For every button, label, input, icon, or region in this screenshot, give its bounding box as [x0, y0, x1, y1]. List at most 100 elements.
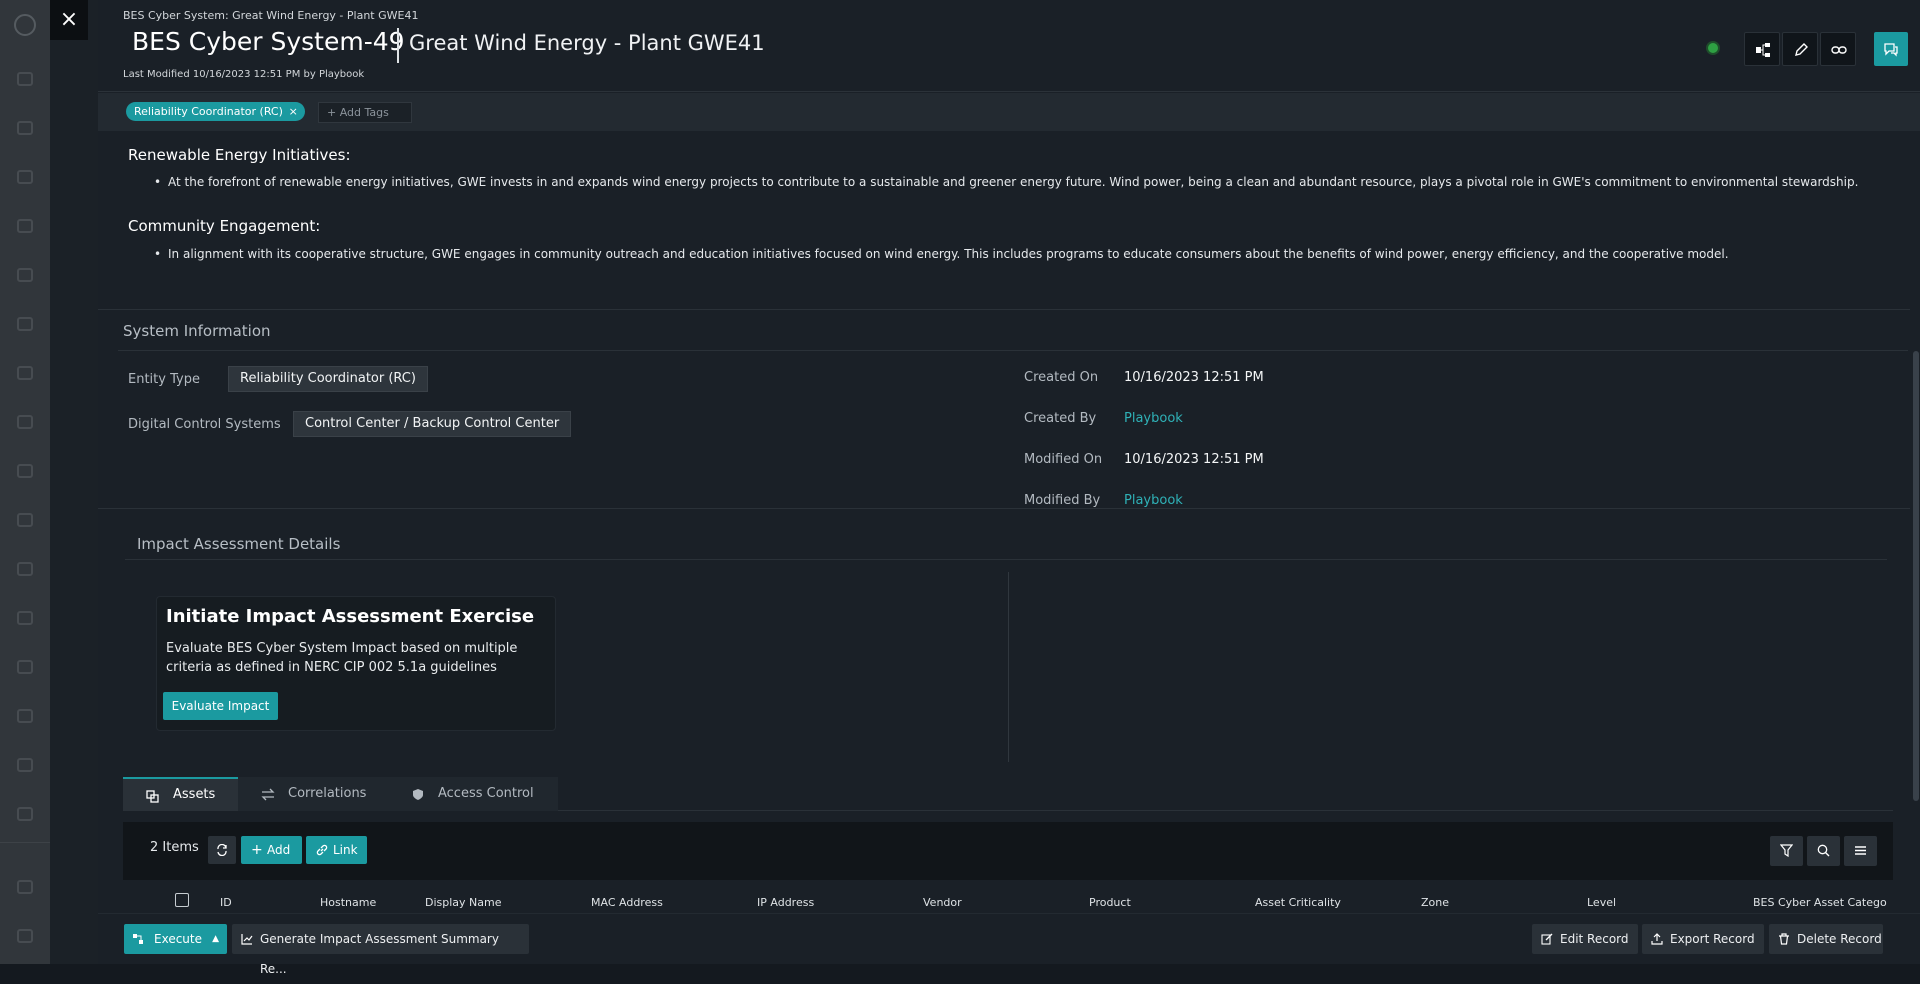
execute-button[interactable]: Execute ▲ — [124, 924, 227, 954]
system-information-section: System Information Entity Type Reliabili… — [98, 309, 1910, 509]
briefcase-icon[interactable] — [17, 268, 33, 282]
tag-chip[interactable]: Reliability Coordinator (RC) × — [126, 102, 305, 121]
users-icon[interactable] — [17, 513, 33, 527]
edit-record-icon — [1541, 933, 1553, 945]
shield-icon — [413, 789, 423, 800]
impact-section-title: Impact Assessment Details — [137, 535, 341, 553]
evaluate-impact-button[interactable]: Evaluate Impact — [163, 692, 278, 720]
link-button[interactable] — [1820, 32, 1856, 66]
modules-icon[interactable] — [17, 366, 33, 380]
status-indicator-icon — [1706, 41, 1720, 55]
remove-tag-icon[interactable]: × — [289, 102, 298, 121]
link-label: Link — [333, 843, 358, 857]
dashboard-icon[interactable] — [17, 72, 33, 86]
refresh-button[interactable] — [208, 836, 236, 864]
add-tags-input[interactable]: + Add Tags — [318, 102, 412, 123]
add-label: Add — [267, 843, 291, 857]
factory-icon[interactable] — [17, 709, 33, 723]
column-header[interactable]: Vendor — [923, 896, 962, 909]
security-icon[interactable] — [17, 660, 33, 674]
item-count: 2 Items — [150, 840, 199, 855]
column-header[interactable]: MAC Address — [591, 896, 663, 909]
play-icon[interactable] — [17, 562, 33, 576]
compliance-icon[interactable] — [17, 415, 33, 429]
shield-rail-icon[interactable] — [17, 611, 33, 625]
tab-access-control[interactable]: Access Control — [388, 777, 558, 811]
hierarchy-icon — [1756, 43, 1770, 57]
add-button[interactable]: + Add — [241, 836, 302, 864]
column-header[interactable]: Hostname — [320, 896, 376, 909]
created-on-value: 10/16/2023 12:51 PM — [1124, 370, 1264, 385]
edit-record-button[interactable]: Edit Record — [1532, 924, 1638, 954]
link-record-button[interactable]: Link — [306, 836, 367, 864]
record-content: Renewable Energy Initiatives: At the for… — [98, 131, 1920, 964]
execute-label: Execute — [154, 932, 202, 946]
export-icon — [1651, 933, 1663, 945]
generate-report-button[interactable]: Generate Impact Assessment Summary Re... — [232, 924, 529, 976]
caret-up-icon: ▲ — [212, 934, 219, 944]
world-icon[interactable] — [17, 807, 33, 821]
delete-record-label: Delete Record — [1797, 932, 1882, 946]
dcs-label: Digital Control Systems — [128, 417, 281, 432]
column-header[interactable]: ID — [220, 896, 232, 909]
comments-button[interactable] — [1874, 32, 1908, 66]
chat-icon — [1884, 43, 1898, 57]
column-header[interactable]: Asset Criticality — [1255, 896, 1341, 909]
tag-bar: Reliability Coordinator (RC) × + Add Tag… — [98, 93, 1920, 131]
tab-label: Correlations — [288, 786, 367, 801]
record-panel: BES Cyber System: Great Wind Energy - Pl… — [98, 0, 1920, 976]
tab-correlations[interactable]: Correlations — [238, 777, 388, 811]
app-logo-icon — [14, 14, 36, 36]
settings-icon[interactable] — [17, 929, 33, 943]
modified-on-value: 10/16/2023 12:51 PM — [1124, 452, 1264, 467]
close-button[interactable]: × — [50, 0, 88, 40]
tab-label: Access Control — [438, 786, 534, 801]
globe-icon[interactable] — [17, 464, 33, 478]
trash-icon — [1779, 933, 1789, 945]
created-on-label: Created On — [1024, 370, 1099, 385]
delete-record-button[interactable]: Delete Record — [1769, 924, 1883, 954]
created-by-link[interactable]: Playbook — [1124, 411, 1183, 426]
breadcrumb: BES Cyber System: Great Wind Energy - Pl… — [123, 9, 419, 22]
modified-on-label: Modified On — [1024, 452, 1103, 467]
column-header[interactable]: Product — [1089, 896, 1131, 909]
column-header[interactable]: Zone — [1421, 896, 1449, 909]
description-bullet: In alignment with its cooperative struct… — [154, 247, 1729, 261]
page-title: BES Cyber System-49 — [132, 27, 405, 56]
report-chart-icon — [241, 934, 253, 945]
grid-header-row: ID Hostname Display Name MAC Address IP … — [123, 880, 1893, 914]
alerts-icon[interactable] — [17, 219, 33, 233]
column-header[interactable]: Display Name — [425, 896, 502, 909]
app-nav-rail — [0, 0, 50, 964]
modified-by-link[interactable]: Playbook — [1124, 493, 1183, 508]
export-record-label: Export Record — [1670, 932, 1755, 946]
pencil-icon — [1795, 43, 1808, 56]
vertical-scrollbar[interactable] — [1912, 131, 1920, 913]
rail-divider — [0, 842, 50, 843]
background-overlay — [50, 0, 98, 964]
dcs-value: Control Center / Backup Control Center — [293, 411, 572, 437]
section-title: System Information — [123, 322, 271, 340]
tasks-icon[interactable] — [17, 880, 33, 894]
network-icon[interactable] — [17, 758, 33, 772]
columns-menu-button[interactable] — [1844, 836, 1877, 866]
scrollbar-thumb[interactable] — [1913, 351, 1919, 801]
generate-report-label: Generate Impact Assessment Summary Re... — [260, 932, 499, 976]
select-all-checkbox[interactable] — [175, 893, 189, 907]
column-header[interactable]: BES Cyber Asset Catego — [1753, 896, 1887, 909]
section-divider — [118, 350, 1908, 351]
filter-button[interactable] — [1770, 836, 1803, 866]
tab-assets[interactable]: Assets — [123, 777, 238, 811]
hierarchy-button[interactable] — [1744, 32, 1780, 66]
search-button[interactable] — [1807, 836, 1840, 866]
export-record-button[interactable]: Export Record — [1642, 924, 1764, 954]
incidents-icon[interactable] — [17, 121, 33, 135]
link-icon — [1831, 46, 1847, 54]
edit-button[interactable] — [1782, 32, 1818, 66]
record-footer: Execute ▲ Generate Impact Assessment Sum… — [98, 913, 1920, 976]
shuffle-icon[interactable] — [17, 170, 33, 184]
column-header[interactable]: Level — [1587, 896, 1616, 909]
title-divider — [397, 28, 399, 63]
chart-icon[interactable] — [17, 317, 33, 331]
column-header[interactable]: IP Address — [757, 896, 814, 909]
